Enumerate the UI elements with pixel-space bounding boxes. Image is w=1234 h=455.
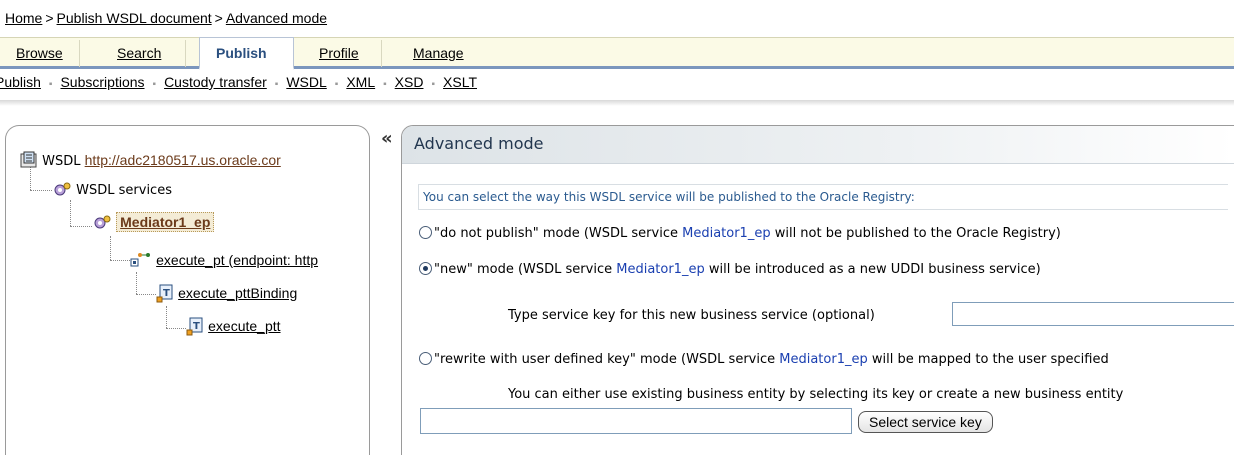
intro-text: You can select the way this WSDL service…: [418, 184, 1228, 210]
wsdl-tree-panel: WSDL http://adc2180517.us.oracle.cor WSD…: [5, 125, 370, 455]
port-endpoint-icon: [130, 253, 150, 267]
option-do-not-publish[interactable]: "do not publish" mode (WSDL service Medi…: [419, 226, 1061, 241]
svg-text:T: T: [193, 321, 200, 332]
entity-label: You can either use existing business ent…: [508, 387, 1124, 402]
option-rewrite-pre: (WSDL service: [676, 352, 780, 367]
tree-root-label: WSDL: [42, 154, 81, 169]
option-service-name: Mediator1_ep: [616, 262, 705, 277]
main-tab-bar: Browse Search Publish Profile Manage: [0, 37, 1234, 70]
tab-search-label: Search: [117, 45, 162, 61]
select-service-key-button[interactable]: Select service key: [858, 411, 993, 433]
breadcrumb-home[interactable]: Home: [5, 10, 42, 26]
subnav-separator: ▪: [383, 79, 387, 90]
gear-service-icon: [54, 182, 71, 196]
tab-browse[interactable]: Browse: [0, 40, 80, 67]
tree-connector: [136, 294, 156, 295]
subnav-subscriptions[interactable]: Subscriptions: [60, 74, 144, 90]
panel-header: Advanced mode: [402, 126, 1234, 164]
subnav-publish[interactable]: Publish: [0, 74, 41, 90]
tab-browse-label: Browse: [16, 45, 63, 61]
option-new-post: will be introduced as a new UDDI busines…: [704, 262, 1041, 277]
tree-connector: [110, 236, 111, 260]
tab-publish[interactable]: Publish: [199, 37, 294, 70]
breadcrumb-publish-wsdl[interactable]: Publish WSDL document: [57, 10, 212, 26]
advanced-mode-panel: Advanced mode You can select the way thi…: [401, 125, 1234, 455]
tree-service: Mediator1_ep: [92, 212, 215, 232]
breadcrumb-advanced-mode[interactable]: Advanced mode: [226, 10, 327, 26]
option-do-not-publish-label: "do not publish" mode: [434, 226, 580, 241]
tree-root: WSDL http://adc2180517.us.oracle.cor: [20, 151, 281, 169]
option-do-not-publish-pre: (WSDL service: [579, 226, 683, 241]
panel-title: Advanced mode: [414, 134, 544, 153]
tab-manage[interactable]: Manage: [397, 40, 487, 67]
subnav-shadow: [0, 100, 1234, 106]
tree-port-type-link[interactable]: execute_ptt: [208, 318, 280, 334]
option-new[interactable]: "new" mode (WSDL service Mediator1_ep wi…: [419, 262, 1041, 277]
tree-connector: [30, 166, 31, 190]
gear-service-icon: [94, 215, 111, 229]
collapse-panel-icon[interactable]: «: [381, 128, 393, 149]
sub-navigation: Publish ▪ Subscriptions ▪ Custody transfer ▪ W…: [0, 74, 477, 96]
breadcrumb-separator: >: [214, 10, 223, 26]
radio-new[interactable]: [419, 262, 432, 275]
subnav-xml[interactable]: XML: [346, 74, 375, 90]
new-key-label: Type service key for this new business s…: [508, 308, 875, 323]
tree-wsdl-services-label: WSDL services: [76, 183, 172, 198]
tree-connector: [110, 260, 130, 261]
tree-binding: T execute_pttBinding: [156, 283, 297, 303]
tab-search[interactable]: Search: [101, 40, 186, 67]
subnav-separator: ▪: [152, 79, 157, 90]
wsdl-document-icon: [20, 151, 37, 168]
option-service-name: Mediator1_ep: [779, 352, 868, 367]
tree-connector: [30, 190, 52, 191]
tree-port-type: T execute_ptt: [186, 316, 281, 336]
breadcrumb: Home > Publish WSDL document > Advanced mode: [5, 10, 327, 26]
option-do-not-publish-post: will not be published to the Oracle Regi…: [770, 226, 1061, 241]
tree-root-link[interactable]: http://adc2180517.us.oracle.cor: [85, 152, 281, 168]
tab-profile[interactable]: Profile: [303, 40, 382, 67]
subnav-xslt[interactable]: XSLT: [443, 74, 477, 90]
tab-publish-label: Publish: [216, 45, 267, 61]
subnav-custody-transfer[interactable]: Custody transfer: [164, 74, 267, 90]
subnav-separator: ▪: [48, 79, 53, 90]
option-rewrite-user-key[interactable]: "rewrite with user defined key" mode (WS…: [419, 352, 1109, 367]
binding-type-icon: T: [156, 284, 173, 303]
tab-manage-label: Manage: [413, 45, 464, 61]
tree-port: execute_pt (endpoint: http: [130, 250, 318, 269]
tree-service-link[interactable]: Mediator1_ep: [116, 212, 215, 232]
subnav-xsd[interactable]: XSD: [395, 74, 424, 90]
tree-connector: [166, 306, 167, 328]
subnav-wsdl[interactable]: WSDL: [286, 74, 326, 90]
option-service-name: Mediator1_ep: [682, 226, 771, 241]
tree-port-link[interactable]: execute_pt (endpoint: http: [156, 252, 318, 268]
subnav-separator: ▪: [334, 79, 339, 90]
tree-connector: [166, 328, 186, 329]
port-type-icon: T: [186, 317, 203, 336]
svg-text:T: T: [163, 288, 170, 299]
option-rewrite-label: "rewrite with user defined key" mode: [434, 352, 677, 367]
option-new-pre: (WSDL service: [513, 262, 617, 277]
tree-connector: [70, 200, 71, 226]
tree-connector: [136, 272, 137, 294]
radio-rewrite-user-key[interactable]: [419, 352, 432, 365]
radio-do-not-publish[interactable]: [419, 226, 432, 239]
user-key-input[interactable]: [420, 408, 852, 434]
tree-connector: [70, 226, 92, 227]
subnav-separator: ▪: [274, 79, 279, 90]
subnav-separator: ▪: [431, 79, 436, 90]
breadcrumb-separator: >: [45, 10, 54, 26]
tab-profile-label: Profile: [319, 45, 359, 61]
option-rewrite-post: will be mapped to the user specified: [867, 352, 1109, 367]
option-new-label: "new" mode: [434, 262, 514, 277]
tree-wsdl-services: WSDL services: [52, 181, 172, 198]
tree-binding-link[interactable]: execute_pttBinding: [178, 285, 297, 301]
new-service-key-input[interactable]: [952, 302, 1234, 326]
